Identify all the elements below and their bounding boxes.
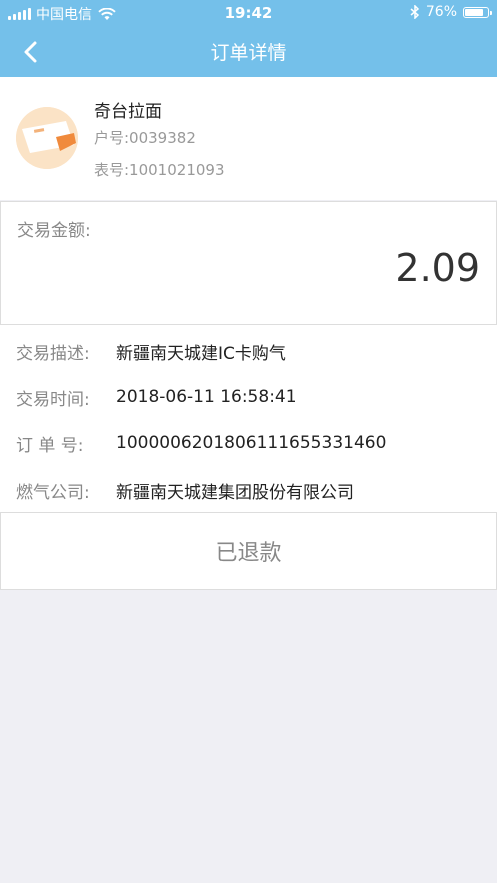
detail-value: 2018-06-11 16:58:41 — [116, 387, 297, 407]
status-bar: 中国电信 19:42 76% — [0, 0, 497, 26]
details-section: 交易描述: 新疆南天城建IC卡购气 交易时间: 2018-06-11 16:58… — [0, 325, 497, 512]
detail-row-description: 交易描述: 新疆南天城建IC卡购气 — [16, 336, 286, 366]
meter-number: 表号:1001021093 — [94, 161, 225, 179]
detail-label: 交易时间: — [16, 389, 90, 410]
bluetooth-icon — [410, 5, 419, 19]
refund-status-button[interactable]: 已退款 — [0, 512, 497, 590]
merchant-name: 奇台拉面 — [94, 102, 162, 122]
merchant-avatar — [16, 107, 78, 169]
battery-icon — [463, 6, 492, 18]
detail-label: 燃气公司: — [16, 482, 90, 503]
detail-label: 订 单 号: — [16, 435, 84, 456]
detail-value: 新疆南天城建IC卡购气 — [116, 343, 286, 364]
account-number: 户号:0039382 — [94, 129, 196, 147]
card-illustration-icon — [16, 107, 78, 169]
amount-label: 交易金额: — [17, 221, 91, 241]
merchant-card: 奇台拉面 户号:0039382 表号:1001021093 — [0, 77, 497, 200]
battery-percent: 76% — [425, 4, 457, 20]
detail-row-time: 交易时间: 2018-06-11 16:58:41 — [16, 382, 297, 412]
nav-bar: 订单详情 — [0, 26, 497, 77]
header-bar: 中国电信 19:42 76% 订单详情 — [0, 0, 497, 77]
page-title: 订单详情 — [210, 42, 287, 64]
detail-row-gas-company: 燃气公司: 新疆南天城建集团股份有限公司 — [16, 475, 354, 505]
detail-value: 1000006201806111655331460 — [116, 433, 387, 453]
status-right: 76% — [410, 4, 492, 20]
amount-section: 交易金额: 2.09 — [0, 201, 497, 325]
amount-value: 2.09 — [395, 246, 480, 290]
detail-row-order-number: 订 单 号: 1000006201806111655331460 — [16, 428, 386, 458]
detail-label: 交易描述: — [16, 343, 90, 364]
detail-value: 新疆南天城建集团股份有限公司 — [116, 482, 354, 503]
